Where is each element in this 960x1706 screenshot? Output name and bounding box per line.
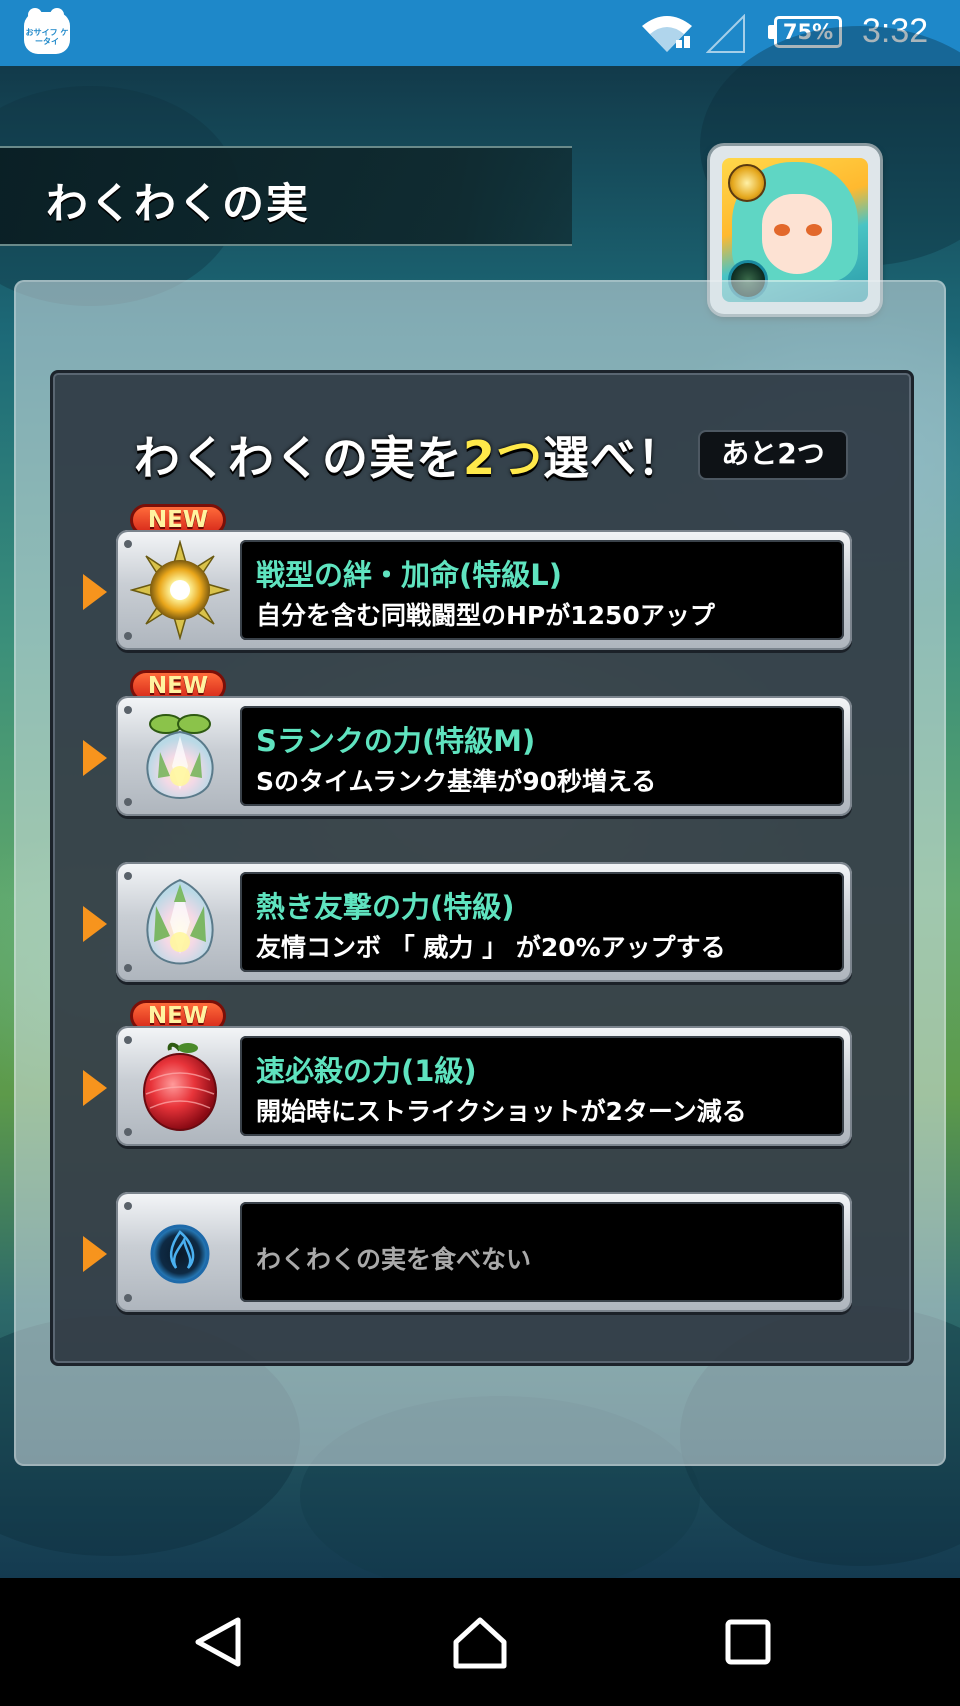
fruit-option-4[interactable]: 速必殺の力(1級) 開始時にストライクショットが2ターン減る bbox=[83, 1026, 852, 1146]
app-icon-label: おサイフ ケータイ bbox=[25, 28, 69, 46]
red-fruit-icon bbox=[143, 1042, 217, 1131]
heading-prefix: わくわくの実を bbox=[134, 431, 463, 485]
osaifu-keitai-icon: おサイフ ケータイ bbox=[24, 8, 70, 54]
sun-flower-fruit-icon bbox=[130, 540, 230, 640]
option-text-box: 熱き友撃の力(特級) 友情コンボ 「 威力 」 が20%アップする bbox=[240, 872, 844, 972]
fruit-option-1[interactable]: 戦型の絆・加命(特級L) 自分を含む同戦闘型のHPが1250アップ bbox=[83, 530, 852, 650]
white-lotus-fruit-icon bbox=[146, 714, 214, 799]
skip-option-label: わくわくの実を食べない bbox=[256, 1245, 532, 1274]
option-text-box: わくわくの実を食べない bbox=[240, 1202, 844, 1302]
option-description: 自分を含む同戦闘型のHPが1250アップ bbox=[256, 601, 715, 630]
option-description: 開始時にストライクショットが2ターン減る bbox=[256, 1097, 747, 1126]
recent-apps-icon[interactable] bbox=[718, 1612, 778, 1672]
white-lotus-fruit-icon bbox=[146, 878, 214, 965]
option-description: 友情コンボ 「 威力 」 が20%アップする bbox=[256, 933, 726, 962]
title-banner: わくわくの実 bbox=[0, 146, 572, 246]
page-title: わくわくの実 bbox=[46, 179, 311, 228]
option-description: Sのタイムランク基準が90秒増える bbox=[256, 767, 657, 796]
option-name: 戦型の絆・加命(特級L) bbox=[256, 558, 562, 592]
selection-arrow-icon bbox=[83, 1070, 107, 1106]
heading-suffix: 選べ！ bbox=[543, 431, 685, 485]
fruit-option-2[interactable]: Sランクの力(特級M) Sのタイムランク基準が90秒増える bbox=[83, 696, 852, 816]
wifi-icon bbox=[642, 16, 692, 52]
back-icon[interactable] bbox=[188, 1612, 248, 1672]
signal-icon bbox=[706, 14, 745, 53]
selection-arrow-icon bbox=[83, 1236, 107, 1272]
element-badge-icon bbox=[728, 164, 766, 202]
option-text-box: Sランクの力(特級M) Sのタイムランク基準が90秒増える bbox=[240, 706, 844, 806]
option-text-box: 速必殺の力(1級) 開始時にストライクショットが2ターン減る bbox=[240, 1036, 844, 1136]
skip-fruit-option[interactable]: わくわくの実を食べない bbox=[83, 1192, 852, 1312]
navigation-bar bbox=[0, 1578, 960, 1706]
option-name: 速必殺の力(1級) bbox=[256, 1054, 477, 1088]
selection-heading: わくわくの実を2つ選べ！ bbox=[134, 422, 684, 488]
option-name: 熱き友撃の力(特級) bbox=[256, 890, 515, 924]
blue-empty-orb-icon bbox=[150, 1224, 210, 1284]
home-icon[interactable] bbox=[450, 1612, 510, 1672]
selection-arrow-icon bbox=[83, 740, 107, 776]
remaining-count-badge: あと2つ bbox=[698, 430, 848, 480]
selection-arrow-icon bbox=[83, 906, 107, 942]
selection-arrow-icon bbox=[83, 574, 107, 610]
fruit-option-3[interactable]: 熱き友撃の力(特級) 友情コンボ 「 威力 」 が20%アップする bbox=[83, 862, 852, 982]
option-text-box: 戦型の絆・加命(特級L) 自分を含む同戦闘型のHPが1250アップ bbox=[240, 540, 844, 640]
option-name: Sランクの力(特級M) bbox=[256, 724, 536, 758]
heading-highlight: 2つ bbox=[463, 431, 544, 485]
